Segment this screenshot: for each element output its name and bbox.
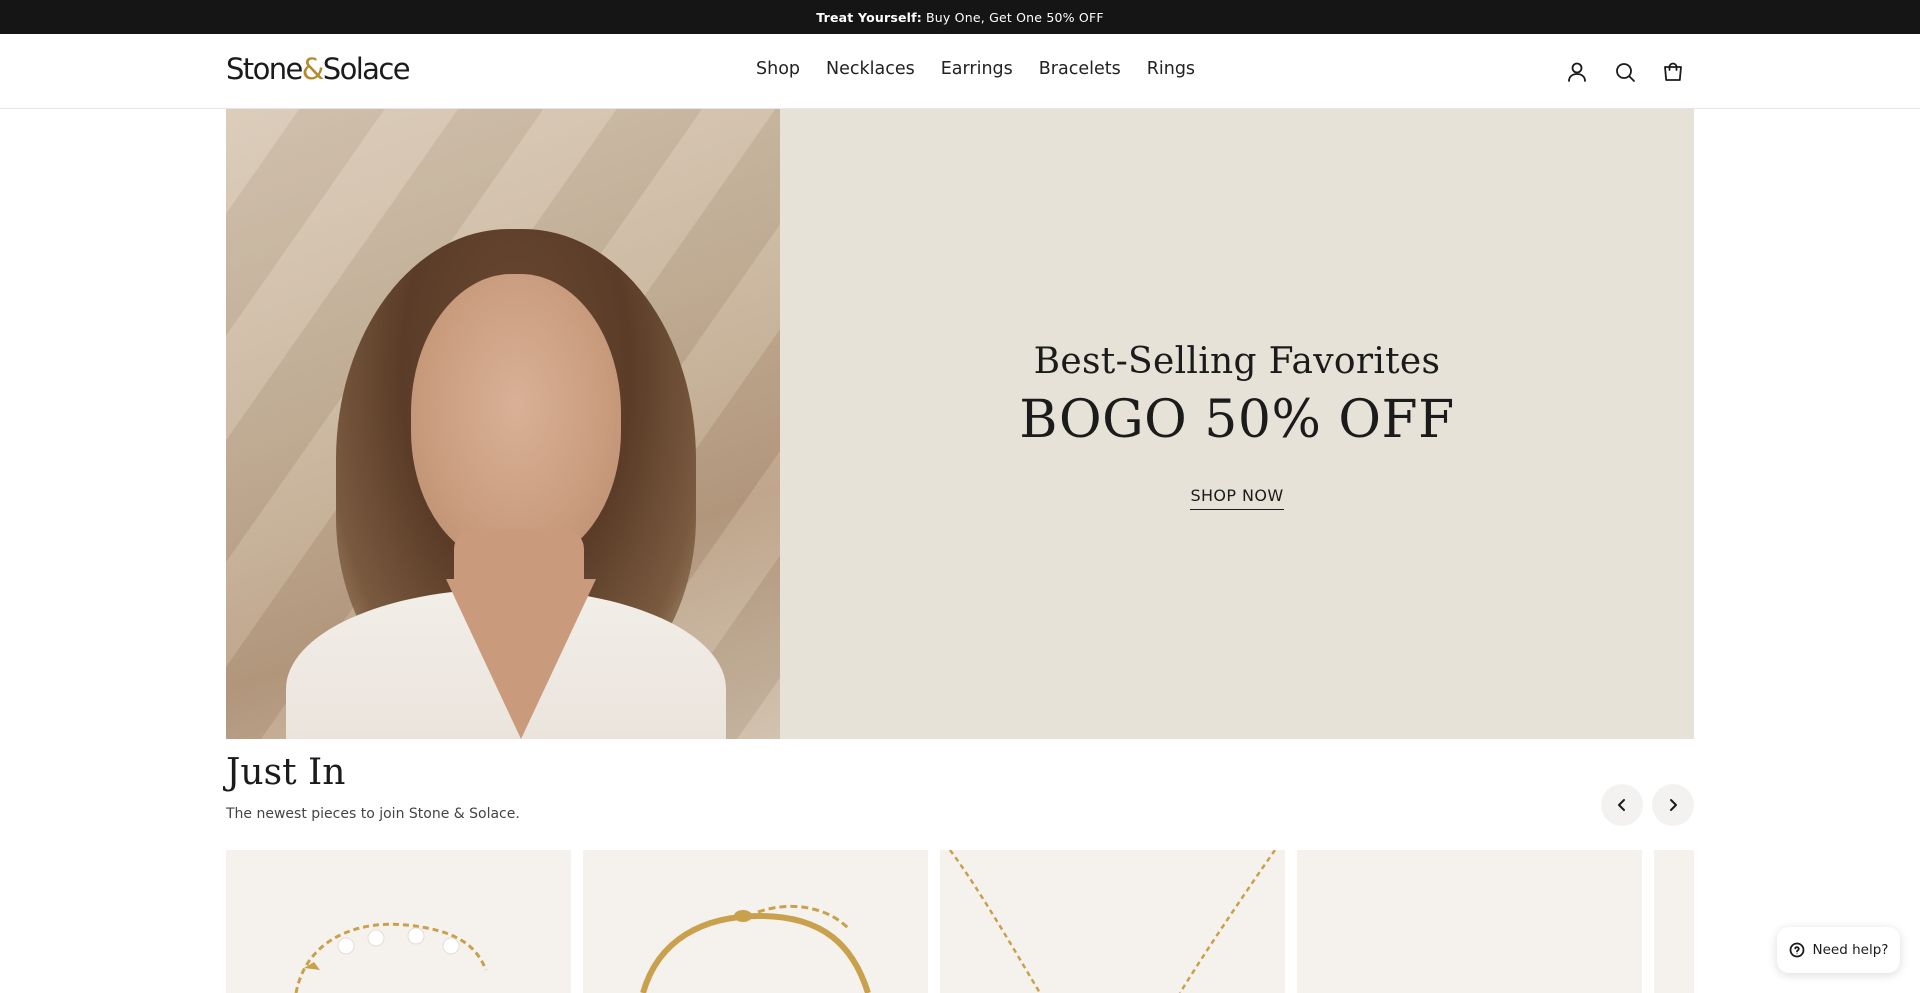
search-icon[interactable] [1611, 58, 1639, 86]
help-circle-icon [1789, 942, 1804, 958]
hero-image [226, 109, 780, 739]
pearl-chain-bracelet-image [294, 922, 488, 993]
header-actions [1563, 58, 1687, 86]
product-card[interactable] [226, 850, 571, 993]
section-subtitle: The newest pieces to join Stone & Solace… [226, 806, 520, 822]
logo-ampersand: & [301, 52, 325, 86]
section-title: Just In [226, 752, 346, 793]
product-card[interactable] [940, 850, 1285, 993]
hero-text-panel: Best-Selling Favorites BOGO 50% OFF SHOP… [780, 109, 1694, 739]
gold-snake-chain-bracelet-image [640, 904, 871, 993]
main-nav: Shop Necklaces Earrings Bracelets Rings [756, 59, 1195, 79]
hero-title: BOGO 50% OFF [1019, 389, 1455, 450]
announcement-text: Buy One, Get One 50% OFF [926, 9, 1104, 25]
account-icon[interactable] [1563, 58, 1591, 86]
gold-chain-necklace-image [948, 850, 1277, 993]
product-card[interactable] [1297, 850, 1642, 993]
carousel-next-button[interactable] [1652, 784, 1694, 826]
product-card[interactable] [583, 850, 928, 993]
need-help-label: Need help? [1812, 942, 1889, 958]
site-header: Stone&Solace Shop Necklaces Earrings Bra… [0, 34, 1920, 109]
brand-logo[interactable]: Stone&Solace [226, 52, 411, 86]
hero-banner: Best-Selling Favorites BOGO 50% OFF SHOP… [226, 109, 1694, 739]
cart-icon[interactable] [1659, 58, 1687, 86]
nav-earrings[interactable]: Earrings [941, 59, 1013, 79]
need-help-button[interactable]: Need help? [1777, 927, 1900, 973]
announcement-bar: Treat Yourself: Buy One, Get One 50% OFF [0, 0, 1920, 34]
announcement-bold: Treat Yourself: [816, 9, 923, 25]
hero-image-collar [446, 579, 596, 739]
carousel-controls [1601, 784, 1694, 826]
nav-necklaces[interactable]: Necklaces [826, 59, 915, 79]
carousel-prev-button[interactable] [1601, 784, 1643, 826]
chevron-left-icon [1618, 799, 1625, 811]
shop-now-button[interactable]: SHOP NOW [1190, 486, 1284, 510]
logo-left: Stone [226, 52, 303, 86]
nav-shop[interactable]: Shop [756, 59, 800, 79]
chevron-right-icon [1670, 799, 1677, 811]
nav-bracelets[interactable]: Bracelets [1039, 59, 1121, 79]
hero-subtitle: Best-Selling Favorites [1033, 340, 1441, 382]
logo-right: Solace [322, 52, 411, 86]
hero-image-face [411, 274, 621, 564]
nav-rings[interactable]: Rings [1147, 59, 1195, 79]
product-card[interactable] [1654, 850, 1694, 993]
product-carousel [226, 850, 1694, 993]
